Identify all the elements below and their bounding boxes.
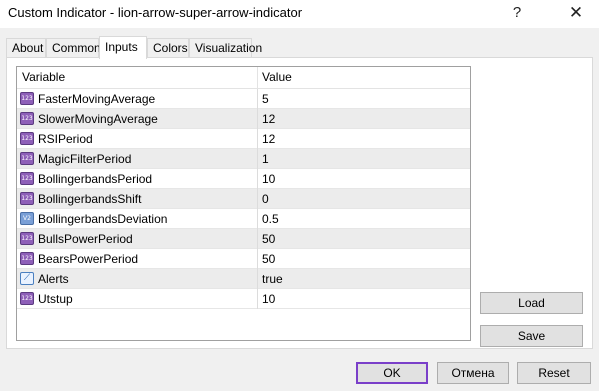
int-icon: 123 (20, 112, 34, 125)
tab-inputs[interactable]: Inputs (99, 36, 147, 59)
cell-divider (257, 229, 258, 249)
variable-value[interactable]: 50 (262, 229, 275, 249)
variable-name: BollingerbandsDeviation (38, 212, 168, 226)
title-bar: Custom Indicator - lion-arrow-super-arro… (0, 0, 599, 28)
variable-value[interactable]: 12 (262, 109, 275, 129)
int-icon: 123 (20, 172, 34, 185)
cell-divider (257, 109, 258, 129)
int-icon: 123 (20, 192, 34, 205)
ok-button[interactable]: OK (356, 362, 428, 384)
variable-value[interactable]: 0 (262, 189, 269, 209)
int-icon: 123 (20, 292, 34, 305)
cell-divider (257, 169, 258, 189)
table-row[interactable]: 123 FasterMovingAverage 5 (17, 89, 470, 109)
variable-name: BollingerbandsPeriod (38, 172, 153, 186)
table-row[interactable]: 123 SlowerMovingAverage 12 (17, 109, 470, 129)
help-button[interactable]: ? (497, 2, 537, 24)
table-row[interactable]: ⟋ Alerts true (17, 269, 470, 289)
variable-value[interactable]: true (262, 269, 283, 289)
variable-value[interactable]: 5 (262, 89, 269, 109)
variable-value[interactable]: 50 (262, 249, 275, 269)
table-row[interactable]: 123 MagicFilterPeriod 1 (17, 149, 470, 169)
table-row[interactable]: 123 BollingerbandsShift 0 (17, 189, 470, 209)
column-header-variable[interactable]: Variable (17, 67, 65, 88)
variable-name: MagicFilterPeriod (38, 152, 132, 166)
save-button[interactable]: Save (480, 325, 583, 347)
reset-button[interactable]: Reset (517, 362, 591, 384)
int-icon: 123 (20, 152, 34, 165)
variable-value[interactable]: 10 (262, 169, 275, 189)
int-icon: 123 (20, 132, 34, 145)
cell-divider (257, 149, 258, 169)
table-row[interactable]: 123 RSIPeriod 12 (17, 129, 470, 149)
variable-value[interactable]: 1 (262, 149, 269, 169)
cell-divider (257, 209, 258, 229)
grid-header: Variable Value (17, 67, 470, 89)
inputs-grid: Variable Value 123 FasterMovingAverage 5 12… (16, 66, 471, 341)
variable-name: Utstup (38, 292, 73, 306)
int-icon: 123 (20, 92, 34, 105)
tab-about[interactable]: About (6, 38, 46, 57)
cell-divider (257, 269, 258, 289)
variable-name: BearsPowerPeriod (38, 252, 139, 266)
table-row[interactable]: 123 BollingerbandsPeriod 10 (17, 169, 470, 189)
variable-value[interactable]: 12 (262, 129, 275, 149)
variable-name: RSIPeriod (38, 132, 93, 146)
double-icon: V2 (20, 212, 34, 225)
table-row[interactable]: 123 BearsPowerPeriod 50 (17, 249, 470, 269)
cell-divider (257, 89, 258, 109)
close-button[interactable]: ✕ (556, 2, 596, 24)
cell-divider (257, 129, 258, 149)
int-icon: 123 (20, 232, 34, 245)
variable-name: Alerts (38, 272, 69, 286)
table-row[interactable]: 123 BullsPowerPeriod 50 (17, 229, 470, 249)
cancel-button[interactable]: Отмена (437, 362, 509, 384)
tab-colors[interactable]: Colors (147, 38, 189, 57)
cell-divider (257, 189, 258, 209)
table-row[interactable]: 123 Utstup 10 (17, 289, 470, 309)
table-row[interactable]: V2 BollingerbandsDeviation 0.5 (17, 209, 470, 229)
bool-icon: ⟋ (20, 272, 34, 285)
variable-value[interactable]: 10 (262, 289, 275, 309)
window-title: Custom Indicator - lion-arrow-super-arro… (8, 5, 303, 20)
load-button[interactable]: Load (480, 292, 583, 314)
tab-visualization[interactable]: Visualization (189, 38, 262, 57)
variable-name: BollingerbandsShift (38, 192, 142, 206)
column-header-value[interactable]: Value (257, 67, 292, 88)
int-icon: 123 (20, 252, 34, 265)
variable-value[interactable]: 0.5 (262, 209, 279, 229)
cell-divider (257, 249, 258, 269)
variable-name: BullsPowerPeriod (38, 232, 133, 246)
tab-common[interactable]: Common (46, 38, 101, 57)
variable-name: FasterMovingAverage (38, 92, 156, 106)
variable-name: SlowerMovingAverage (38, 112, 158, 126)
cell-divider (257, 289, 258, 309)
